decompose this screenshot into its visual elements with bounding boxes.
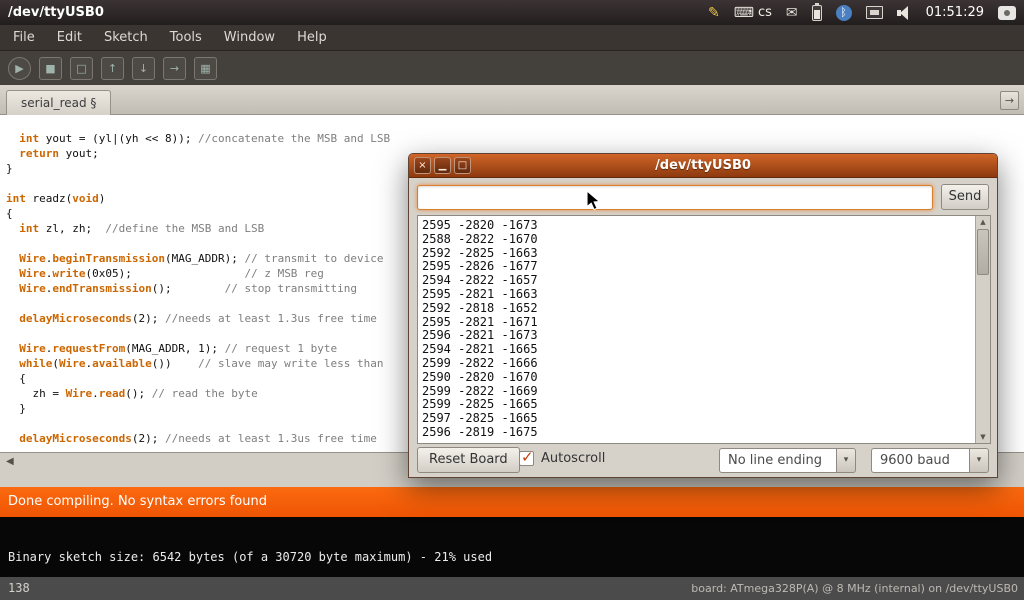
serial-line: 2595 -2820 -1673 (422, 219, 986, 233)
close-button[interactable]: × (414, 157, 431, 174)
menu-item-help[interactable]: Help (286, 25, 338, 50)
volume-icon[interactable] (897, 6, 912, 20)
chevron-down-icon[interactable]: ▾ (836, 448, 856, 473)
compile-message: Done compiling. No syntax errors found (8, 494, 267, 509)
menu-item-file[interactable]: File (2, 25, 46, 50)
autoscroll-control[interactable]: ✓ Autoscroll (519, 451, 605, 466)
save-button[interactable]: ↓ (132, 57, 155, 80)
line-ending-dropdown[interactable]: No line ending ▾ (719, 448, 856, 473)
keyboard-icon: ⌨ (734, 6, 754, 20)
autoscroll-label: Autoscroll (541, 451, 605, 466)
serial-input[interactable] (417, 185, 933, 210)
clock[interactable]: 01:51:29 (926, 5, 984, 20)
tab-bar: serial_read § → (0, 85, 1024, 115)
line-ending-value: No line ending (719, 448, 836, 473)
baud-rate-value: 9600 baud (871, 448, 969, 473)
new-sketch-button[interactable]: □ (70, 57, 93, 80)
serial-line: 2590 -2820 -1670 (422, 371, 986, 385)
system-tray: ✎ ⌨ cs ✉ ᛒ 01:51:29 (708, 5, 1016, 21)
serial-scrollbar[interactable]: ▲ ▼ (975, 216, 990, 443)
compile-status-bar: Done compiling. No syntax errors found (0, 487, 1024, 517)
battery-icon[interactable] (812, 5, 822, 21)
serial-monitor-window: ×▁□ /dev/ttyUSB0 Send 2595 -2820 -167325… (408, 153, 998, 478)
maximize-button[interactable]: □ (454, 157, 471, 174)
serial-line: 2592 -2818 -1652 (422, 302, 986, 316)
build-console: Binary sketch size: 6542 bytes (of a 307… (0, 517, 1024, 577)
scroll-down-icon[interactable]: ▼ (976, 433, 990, 441)
top-panel: /dev/ttyUSB0 ✎ ⌨ cs ✉ ᛒ 01:51:29 (0, 0, 1024, 25)
upload-button[interactable]: → (163, 57, 186, 80)
stop-button[interactable]: ■ (39, 57, 62, 80)
open-button[interactable]: ↑ (101, 57, 124, 80)
line-number: 138 (8, 581, 30, 595)
panel-window-title: /dev/ttyUSB0 (8, 5, 104, 20)
scroll-left-icon[interactable]: ◀ (6, 456, 14, 467)
serial-monitor-button[interactable]: ▦ (194, 57, 217, 80)
serial-line: 2596 -2821 -1673 (422, 329, 986, 343)
serial-line: 2599 -2822 -1669 (422, 385, 986, 399)
menu-item-window[interactable]: Window (213, 25, 286, 50)
menu-item-sketch[interactable]: Sketch (93, 25, 159, 50)
mail-icon[interactable]: ✉ (786, 6, 798, 20)
autoscroll-checkbox[interactable]: ✓ (519, 451, 534, 466)
autoscroll-check-icon: ✓ (521, 448, 534, 466)
serial-line: 2592 -2825 -1663 (422, 247, 986, 261)
serial-monitor-title: /dev/ttyUSB0 (409, 154, 997, 178)
volume-icon-triangle (900, 6, 908, 20)
serial-monitor-controls: Reset Board ✓ Autoscroll No line ending … (409, 443, 997, 477)
menu-bar: FileEditSketchToolsWindowHelp (0, 25, 1024, 51)
serial-monitor-titlebar[interactable]: ×▁□ /dev/ttyUSB0 (409, 154, 997, 178)
minimize-button[interactable]: ▁ (434, 157, 451, 174)
status-bar: 138 board: ATmega328P(A) @ 8 MHz (intern… (0, 577, 1024, 600)
serial-line: 2595 -2826 -1677 (422, 260, 986, 274)
notes-icon[interactable]: ✎ (708, 6, 720, 20)
network-icon[interactable] (866, 6, 883, 19)
bluetooth-icon[interactable]: ᛒ (836, 5, 852, 21)
tab-menu-button[interactable]: → (1000, 91, 1019, 110)
keyboard-layout-label: cs (758, 5, 772, 20)
serial-line: 2596 -2819 -1675 (422, 426, 986, 440)
serial-line: 2594 -2822 -1657 (422, 274, 986, 288)
tab-serial-read[interactable]: serial_read § (6, 90, 111, 115)
serial-line: 2595 -2821 -1663 (422, 288, 986, 302)
scrollbar-thumb[interactable] (977, 229, 989, 275)
reset-board-button[interactable]: Reset Board (417, 447, 520, 473)
toolbar: ▶ ■ □ ↑ ↓ → ▦ (0, 51, 1024, 85)
scroll-up-icon[interactable]: ▲ (976, 218, 990, 226)
serial-line: 2588 -2822 -1670 (422, 233, 986, 247)
console-output: Binary sketch size: 6542 bytes (of a 307… (8, 550, 492, 564)
chevron-down-icon[interactable]: ▾ (969, 448, 989, 473)
menu-item-edit[interactable]: Edit (46, 25, 93, 50)
serial-line: 2597 -2825 -1665 (422, 412, 986, 426)
session-menu-icon[interactable] (998, 6, 1016, 20)
window-buttons: ×▁□ (414, 157, 471, 174)
serial-line: 2599 -2822 -1666 (422, 357, 986, 371)
verify-button[interactable]: ▶ (8, 57, 31, 80)
baud-rate-dropdown[interactable]: 9600 baud ▾ (871, 448, 989, 473)
board-info: board: ATmega328P(A) @ 8 MHz (internal) … (691, 582, 1018, 595)
serial-output-area: 2595 -2820 -16732588 -2822 -16702592 -28… (417, 215, 991, 444)
serial-line: 2594 -2821 -1665 (422, 343, 986, 357)
serial-line: 2599 -2825 -1665 (422, 398, 986, 412)
mouse-cursor (586, 190, 601, 215)
serial-output: 2595 -2820 -16732588 -2822 -16702592 -28… (418, 216, 990, 440)
serial-line: 2595 -2821 -1671 (422, 316, 986, 330)
menu-item-tools[interactable]: Tools (159, 25, 213, 50)
send-button[interactable]: Send (941, 184, 989, 210)
keyboard-indicator[interactable]: ⌨ cs (734, 5, 772, 20)
code-line: int yout = (yl|(yh << 8)); //concatenate… (6, 131, 1024, 146)
